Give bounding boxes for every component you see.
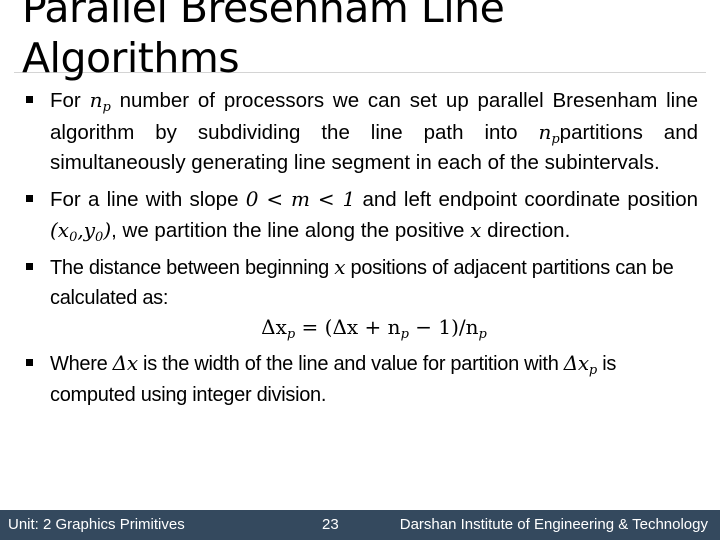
bullet-square-icon xyxy=(26,96,33,103)
bullet-text: , we partition the line along the positi… xyxy=(111,219,471,242)
math-var: n xyxy=(538,119,552,144)
formula-subscript: p xyxy=(478,326,487,342)
math-x: x xyxy=(470,218,482,242)
bullet-square-icon xyxy=(26,194,33,202)
footer-institute: Darshan Institute of Engineering & Techn… xyxy=(399,516,708,533)
formula-subscript: p xyxy=(286,326,296,342)
slide-title: Parallel Bresenham Line Algorithms xyxy=(22,0,712,83)
math-subscript: p xyxy=(102,100,111,115)
math-subscript: p xyxy=(588,363,597,378)
bullet-item-2: For a line with slope 0 < m < 1 and left… xyxy=(22,184,698,247)
bullet-text: is the width of the line and value for p… xyxy=(137,353,564,375)
math-np: np xyxy=(89,88,111,115)
math-x: x xyxy=(334,254,346,279)
bullet-square-icon xyxy=(26,359,33,366)
math-var: ,y xyxy=(77,218,96,242)
bullet-square-icon xyxy=(26,262,33,270)
math-var: Δx xyxy=(563,351,589,375)
formula-subscript: p xyxy=(400,326,409,342)
bullet-item-3: The distance between beginning x positio… xyxy=(22,252,698,314)
footer-page-number: 23 xyxy=(322,516,339,533)
formula-lhs: Δx xyxy=(261,314,287,339)
math-endpoint: (x0,y0) xyxy=(50,218,112,244)
math-slope-range: 0 < m < 1 xyxy=(245,186,356,211)
math-delta-x: Δx xyxy=(112,351,138,375)
slide-title-line-1: Parallel Bresenham Line xyxy=(22,0,505,32)
math-var: n xyxy=(89,88,103,112)
bullet-text: For a line with slope xyxy=(50,187,246,211)
bullet-text: For xyxy=(50,89,90,112)
math-delta-xp: Δxp xyxy=(563,351,597,378)
formula-part: = (Δx + n xyxy=(295,314,401,339)
bullet-text: The distance between beginning xyxy=(50,256,335,279)
bullet-text: direction. xyxy=(481,219,571,242)
footer-unit: Unit: 2 Graphics Primitives xyxy=(8,516,185,533)
partition-formula: Δxp = (Δx + np − 1)/np xyxy=(22,312,698,343)
formula-part: − 1)/n xyxy=(408,314,479,339)
bullet-text: Where xyxy=(50,353,113,375)
math-subscript: p xyxy=(551,131,560,147)
math-var: ) xyxy=(103,218,112,242)
slide-footer: Unit: 2 Graphics Primitives 23 Darshan I… xyxy=(0,510,720,540)
slide-content: For np number of processors we can set u… xyxy=(22,85,698,415)
bullet-item-4: Where Δx is the width of the line and va… xyxy=(22,348,698,410)
slide-title-line-2: Algorithms xyxy=(22,34,240,82)
math-var: (x xyxy=(50,218,70,242)
bullet-text: and left endpoint coordinate position xyxy=(355,187,698,211)
math-np: np xyxy=(538,119,560,147)
bullet-item-1: For np number of processors we can set u… xyxy=(22,85,698,179)
